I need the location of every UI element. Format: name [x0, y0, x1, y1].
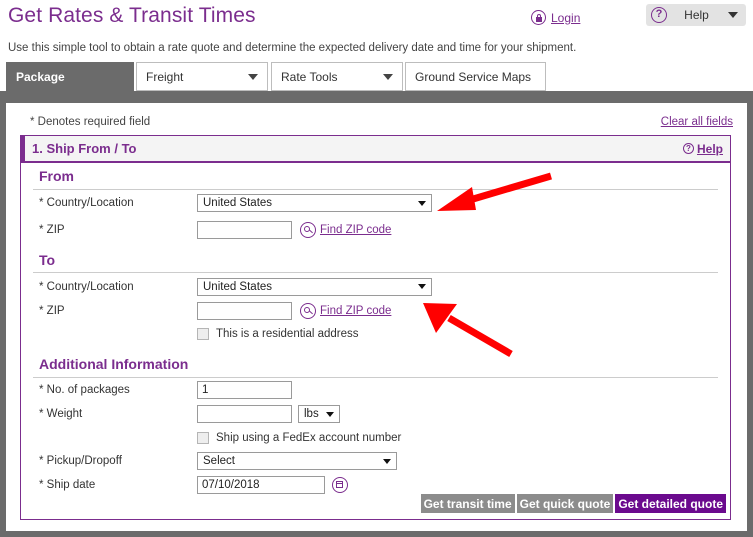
- additional-group-title-row: Additional Information: [21, 346, 730, 372]
- from-country-value: United States: [203, 197, 273, 209]
- weight-label: * Weight: [39, 408, 83, 420]
- pickup-dropoff-label: * Pickup/Dropoff: [39, 455, 122, 467]
- chevron-down-icon: [418, 200, 426, 206]
- help-dropdown-label: Help: [684, 8, 709, 22]
- ship-from-to-section: 1. Ship From / To ? Help From * Country/…: [20, 135, 731, 520]
- section-header: 1. Ship From / To ? Help: [21, 136, 730, 163]
- to-group-title: To: [39, 252, 56, 268]
- to-zip-label: * ZIP: [39, 305, 65, 317]
- tab-package-label: Package: [16, 70, 65, 84]
- additional-group-title: Additional Information: [39, 356, 189, 372]
- to-country-row: * Country/Location United States: [21, 273, 730, 300]
- from-group-title: From: [39, 168, 74, 184]
- packages-row: * No. of packages 1: [21, 378, 730, 402]
- magnifier-icon: [300, 303, 316, 319]
- from-country-select[interactable]: United States: [197, 194, 432, 212]
- get-transit-time-button[interactable]: Get transit time: [420, 494, 515, 513]
- packages-input[interactable]: 1: [197, 381, 292, 399]
- pickup-dropoff-select[interactable]: Select: [197, 452, 397, 470]
- ship-date-label: * Ship date: [39, 479, 96, 491]
- from-group-title-row: From: [21, 163, 730, 189]
- page-header: Get Rates & Transit Times Login ? Help U…: [0, 0, 753, 54]
- from-zip-row: * ZIP Find ZIP code: [21, 216, 730, 244]
- to-country-select[interactable]: United States: [197, 277, 432, 296]
- question-circle-icon: ?: [651, 7, 667, 23]
- chevron-down-icon: [418, 284, 426, 289]
- tab-rate-tools-label: Rate Tools: [281, 69, 338, 84]
- residential-address-label: This is a residential address: [216, 328, 359, 340]
- chevron-down-icon: [383, 458, 391, 464]
- tab-ground-service-maps[interactable]: Ground Service Maps: [405, 62, 546, 91]
- from-zip-input[interactable]: [197, 221, 292, 239]
- help-dropdown[interactable]: ? Help: [646, 4, 746, 26]
- tab-bar-underline: [0, 91, 753, 103]
- lock-icon: [531, 10, 546, 25]
- tab-package[interactable]: Package: [6, 62, 134, 92]
- to-zip-row: * ZIP Find ZIP code: [21, 300, 730, 322]
- to-find-zip-link[interactable]: Find ZIP code: [320, 305, 391, 317]
- section-help-link[interactable]: ? Help: [682, 141, 723, 156]
- chevron-down-icon: [728, 12, 738, 18]
- required-field-note: * Denotes required field: [30, 116, 151, 128]
- fedex-account-row: Ship using a FedEx account number: [21, 426, 730, 449]
- residential-address-row: This is a residential address: [21, 322, 730, 346]
- from-find-zip-link[interactable]: Find ZIP code: [320, 224, 391, 236]
- chevron-down-icon: [248, 73, 258, 80]
- weight-unit-value: lbs: [304, 408, 319, 420]
- chevron-down-icon: [383, 73, 393, 80]
- fedex-account-label: Ship using a FedEx account number: [216, 431, 402, 444]
- tab-freight-label: Freight: [146, 69, 184, 84]
- to-zip-input[interactable]: [197, 302, 292, 320]
- weight-row: * Weight lbs: [21, 402, 730, 426]
- tab-rate-tools[interactable]: Rate Tools: [271, 62, 403, 91]
- ship-date-input[interactable]: 07/10/2018: [197, 476, 325, 494]
- weight-input[interactable]: [197, 405, 292, 423]
- pickup-dropoff-row: * Pickup/Dropoff Select: [21, 449, 730, 473]
- fedex-account-checkbox[interactable]: [197, 431, 209, 444]
- tab-bar: Package Freight Rate Tools Ground Servic…: [0, 62, 753, 93]
- weight-unit-select[interactable]: lbs: [298, 405, 340, 423]
- section-help-label: Help: [696, 141, 723, 156]
- form-panel: * Denotes required field Clear all field…: [0, 103, 753, 537]
- get-quick-quote-button[interactable]: Get quick quote: [516, 494, 614, 513]
- calendar-icon[interactable]: [332, 477, 348, 493]
- section-title: 1. Ship From / To: [32, 141, 137, 156]
- get-detailed-quote-button[interactable]: Get detailed quote: [615, 494, 726, 513]
- form-action-buttons: Get transit time Get quick quote Get det…: [420, 494, 726, 513]
- tab-ground-service-maps-label: Ground Service Maps: [415, 69, 532, 84]
- page-title: Get Rates & Transit Times: [8, 4, 256, 27]
- to-country-value: United States: [203, 280, 273, 293]
- tab-freight[interactable]: Freight: [136, 62, 268, 91]
- from-country-label: * Country/Location: [39, 197, 134, 209]
- login-control[interactable]: Login: [531, 10, 580, 25]
- clear-all-fields-link[interactable]: Clear all fields: [661, 116, 733, 128]
- to-group-title-row: To: [21, 244, 730, 268]
- residential-address-checkbox[interactable]: [197, 328, 209, 340]
- packages-label: * No. of packages: [39, 384, 130, 396]
- login-link[interactable]: Login: [551, 11, 580, 25]
- chevron-down-icon: [326, 411, 334, 417]
- from-country-row: * Country/Location United States: [21, 190, 730, 216]
- to-country-label: * Country/Location: [39, 280, 134, 293]
- magnifier-icon: [300, 222, 316, 238]
- from-zip-label: * ZIP: [39, 224, 65, 236]
- pickup-dropoff-value: Select: [203, 455, 235, 467]
- question-circle-icon: ?: [682, 143, 694, 154]
- page-subtitle: Use this simple tool to obtain a rate qu…: [8, 42, 577, 54]
